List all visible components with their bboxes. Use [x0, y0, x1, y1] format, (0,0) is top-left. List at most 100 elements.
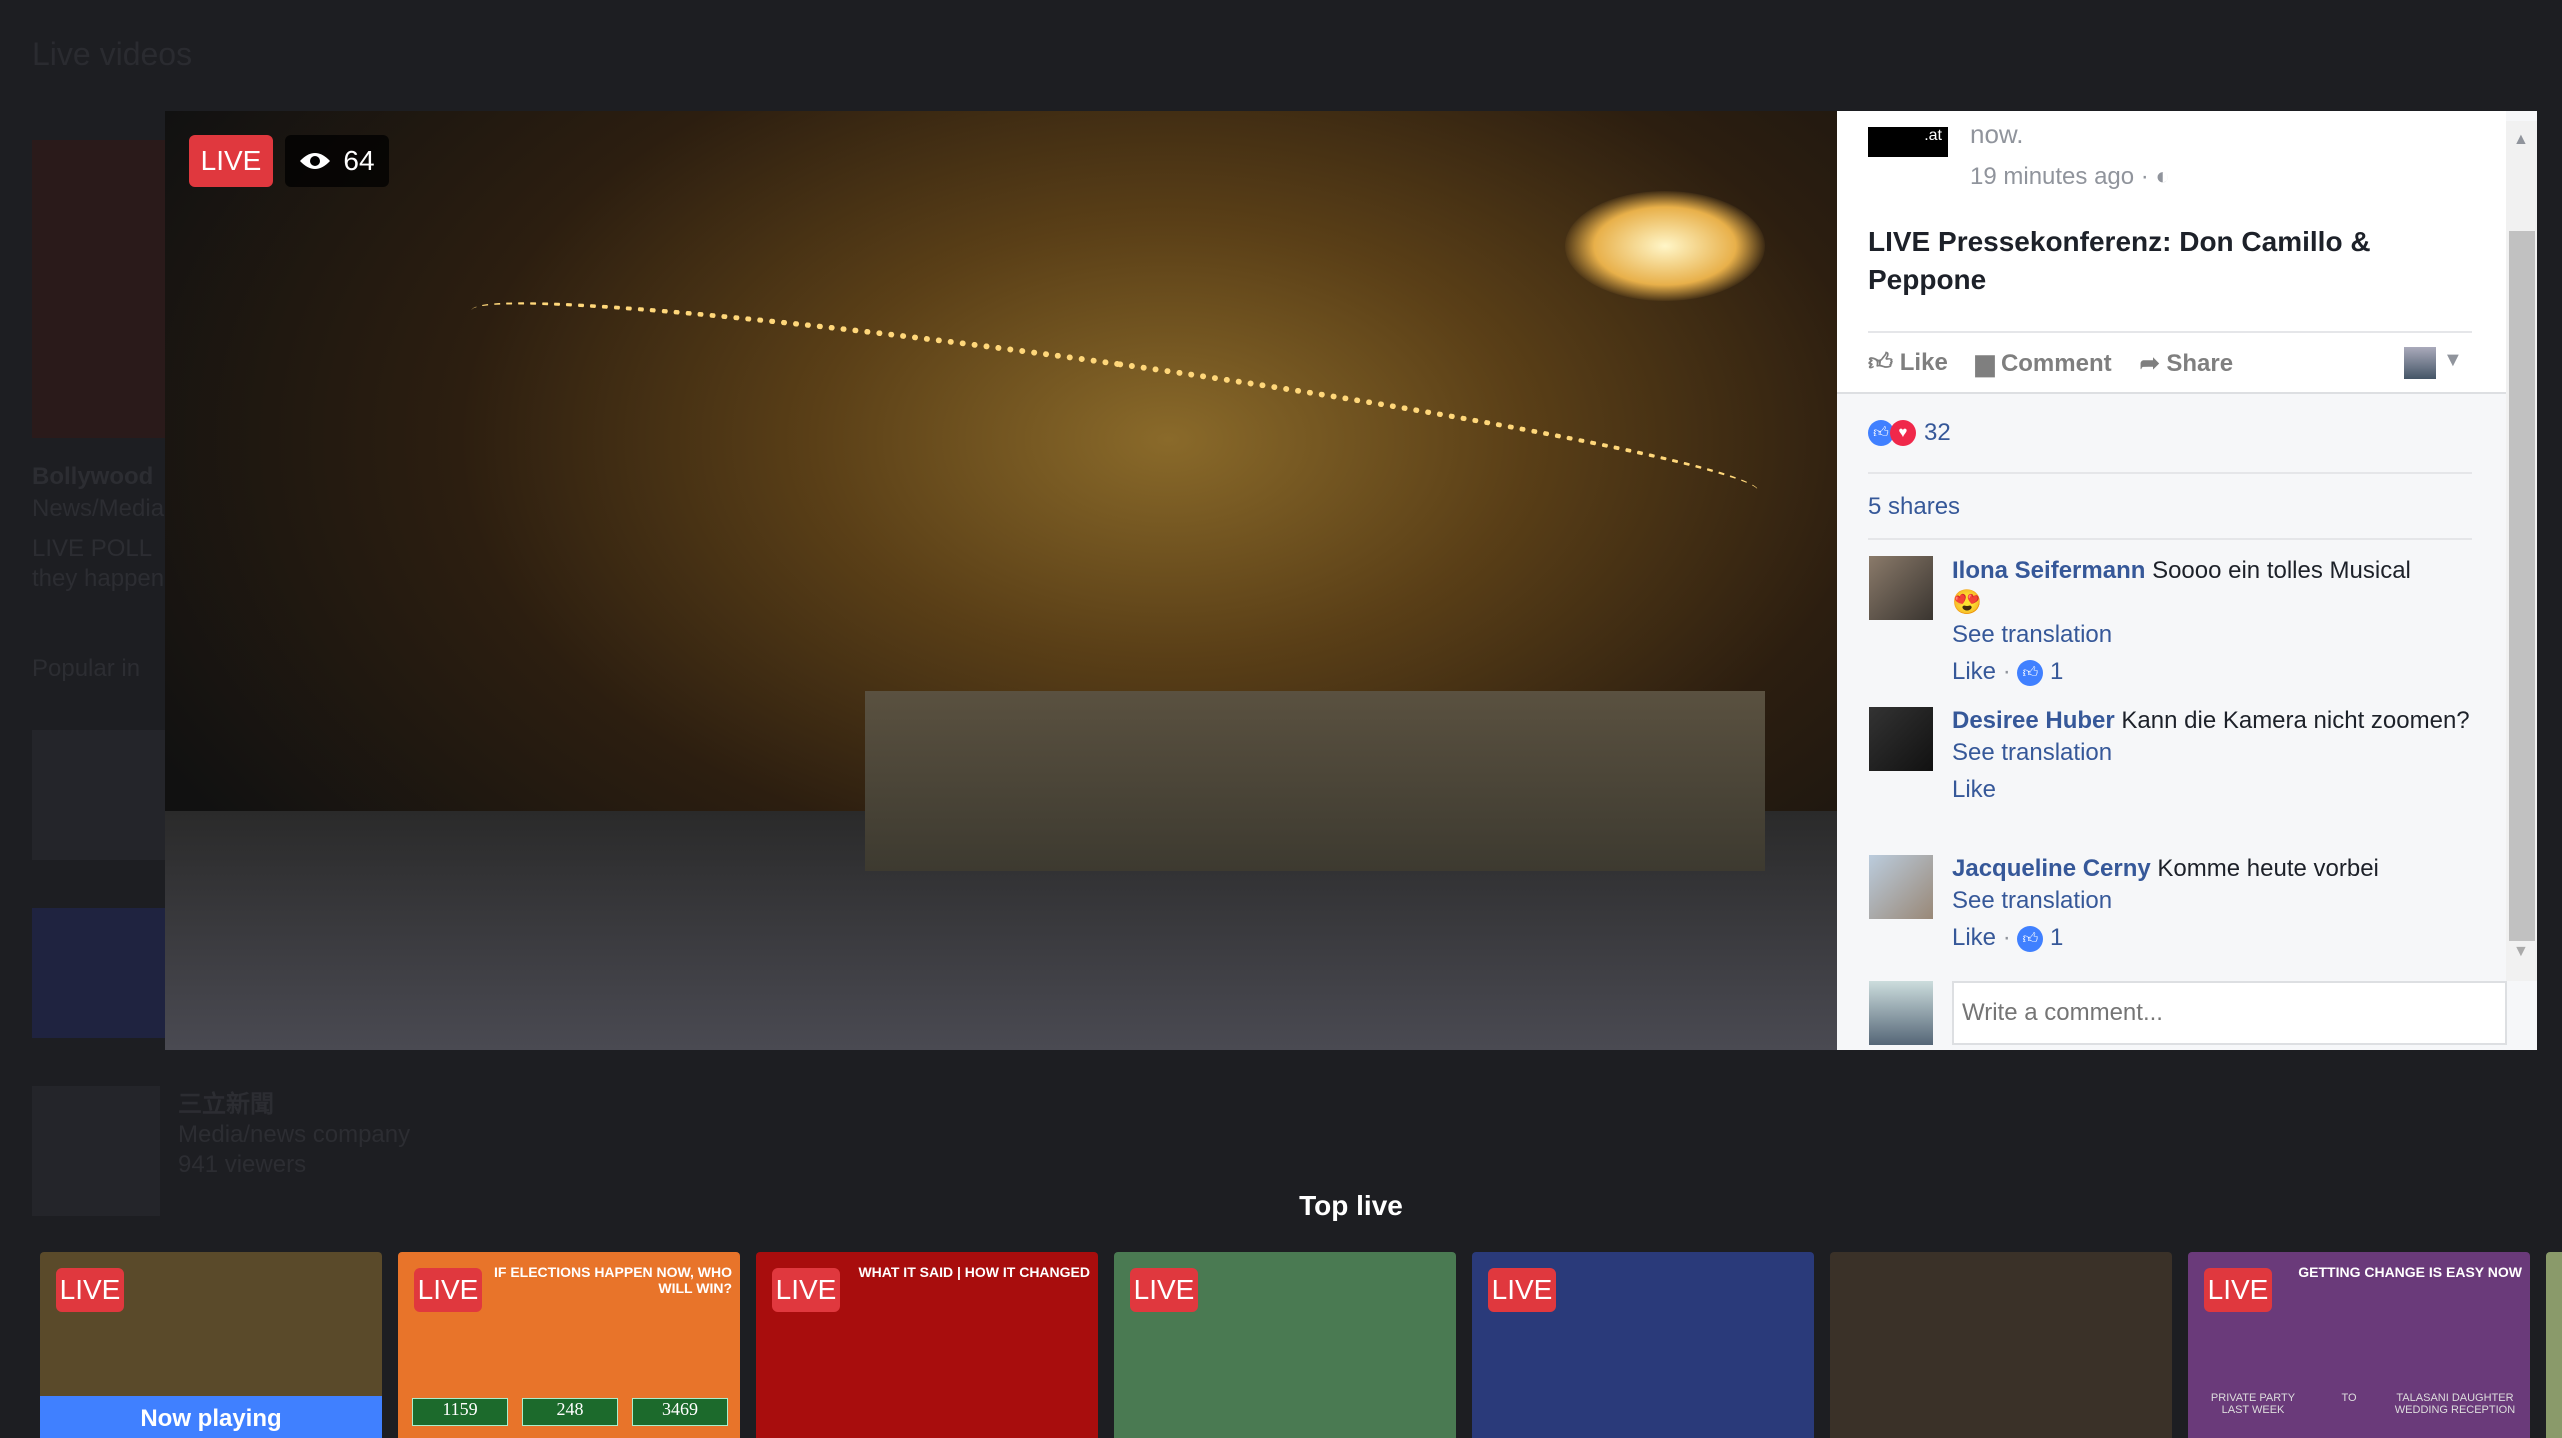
- like-button[interactable]: 👍︎ Like: [1868, 349, 1948, 378]
- shares-link[interactable]: 5 shares: [1868, 493, 1960, 521]
- card-headline: IF ELECTIONS HAPPEN NOW, WHO WILL WIN?: [493, 1264, 732, 1296]
- background-item-desc: they happen: [32, 565, 165, 592]
- comment-author[interactable]: Desiree Huber: [1952, 707, 2115, 734]
- action-bar: 👍︎ Like ▆ Comment ➦ Share: [1868, 349, 2233, 378]
- avatar[interactable]: [1869, 855, 1933, 919]
- top-live-card[interactable]: WHAT IT SAID | HOW IT CHANGED LIVE: [756, 1252, 1098, 1438]
- top-live-card[interactable]: IF ELECTIONS HAPPEN NOW, WHO WILL WIN? LI…: [398, 1252, 740, 1438]
- comment: Desiree Huber Kann die Kamera nicht zoom…: [1952, 705, 2472, 811]
- comment-label: Comment: [2000, 350, 2112, 377]
- video-player[interactable]: [165, 111, 1837, 1050]
- background-item-desc: LIVE POLL: [32, 535, 153, 562]
- share-icon: ➦: [2139, 350, 2160, 377]
- time-text: now.: [1970, 119, 2024, 149]
- share-label: Share: [2166, 350, 2234, 377]
- emoji: 😍: [1952, 589, 1982, 616]
- vote-count: 248: [522, 1398, 618, 1426]
- background-item-category: Media/news company: [178, 1121, 411, 1148]
- live-badge: LIVE: [414, 1268, 482, 1312]
- card-subtext: TALASANI DAUGHTER WEDDING RECEPTION: [2394, 1392, 2516, 1416]
- card-subtext: TO: [2341, 1392, 2357, 1404]
- divider: [1868, 472, 2472, 474]
- thumbs-up-icon: 👍︎: [1868, 349, 1894, 376]
- post-panel: .at now. 19 minutes ago · ◐ LIVE Pressek…: [1837, 111, 2537, 1050]
- live-badge: LIVE: [1130, 1268, 1198, 1312]
- reactions-count: 32: [1924, 419, 1951, 446]
- comment-text: Kann die Kamera nicht zoomen?: [2121, 707, 2470, 734]
- comment-button[interactable]: ▆ Comment: [1976, 349, 2112, 378]
- comment-like-link[interactable]: Like: [1952, 658, 1996, 685]
- chevron-down-icon[interactable]: ▼: [2443, 349, 2463, 372]
- comment: Jacqueline Cerny Komme heute vorbei See …: [1952, 855, 2379, 952]
- card-subtext: PRIVATE PARTY LAST WEEK: [2210, 1392, 2296, 1416]
- top-live-card[interactable]: [2546, 1252, 2562, 1438]
- video-frame: [865, 691, 1765, 871]
- card-headline: GETTING CHANGE IS EASY NOW: [2298, 1264, 2522, 1280]
- comment-like-link[interactable]: Like: [1952, 924, 1996, 951]
- background-item-viewers: 941 viewers: [178, 1151, 307, 1178]
- background-thumbnail: [32, 140, 166, 438]
- comment-icon: ▆: [1975, 350, 1995, 377]
- avatar[interactable]: [1869, 556, 1933, 620]
- scrollbar-thumb[interactable]: [2509, 231, 2535, 941]
- comment-like-count: 1: [2050, 924, 2064, 951]
- viewer-count-value: 64: [343, 145, 375, 176]
- comment-text: Komme heute vorbei: [2157, 855, 2379, 882]
- live-badge: LIVE: [1488, 1268, 1556, 1312]
- reactions-summary[interactable]: 👍︎ ♥ 32: [1868, 419, 1951, 447]
- comment-input[interactable]: [1952, 981, 2507, 1045]
- top-live-card[interactable]: LIVE Now playing: [40, 1252, 382, 1438]
- vote-count: 1159: [412, 1398, 508, 1426]
- live-badge: LIVE: [2204, 1268, 2272, 1312]
- see-translation-link[interactable]: See translation: [1952, 621, 2112, 648]
- scroll-down-icon[interactable]: ▼: [2513, 943, 2529, 961]
- logo-text: .at: [1924, 127, 1942, 144]
- comment: Ilona Seifermann Soooo ein tolles Musica…: [1952, 557, 2411, 686]
- page-title: Live videos: [32, 36, 193, 72]
- live-badge: LIVE: [56, 1268, 124, 1312]
- love-reaction-icon: ♥: [1890, 420, 1916, 446]
- comment-author[interactable]: Jacqueline Cerny: [1952, 855, 2151, 882]
- comment-text: Soooo ein tolles Musical: [2152, 557, 2411, 584]
- globe-icon: ◐: [2155, 163, 2170, 190]
- top-live-card[interactable]: GETTING CHANGE IS EASY NOW LIVE PRIVATE PA…: [2188, 1252, 2530, 1438]
- divider: [1868, 538, 2472, 540]
- video-frame: [465, 270, 1765, 532]
- background-item-category: News/Media: [32, 495, 165, 522]
- top-live-card[interactable]: LIVE: [1472, 1252, 1814, 1438]
- live-badge: LIVE: [772, 1268, 840, 1312]
- page-logo[interactable]: .at: [1868, 127, 1948, 157]
- share-button[interactable]: ➦ Share: [2140, 349, 2233, 378]
- divider: [1868, 331, 2472, 333]
- post-as-avatar[interactable]: [2404, 347, 2436, 379]
- comment-like-link[interactable]: Like: [1952, 776, 1996, 803]
- video-frame: [1565, 191, 1765, 301]
- scroll-up-icon[interactable]: ▲: [2513, 131, 2529, 149]
- timestamp-text: 19 minutes ago: [1970, 163, 2135, 190]
- comment-like-count: 1: [2050, 658, 2064, 685]
- comment-author[interactable]: Ilona Seifermann: [1952, 557, 2145, 584]
- card-headline: WHAT IT SAID | HOW IT CHANGED: [858, 1264, 1090, 1280]
- like-reaction-icon: 👍︎: [2017, 925, 2044, 952]
- background-item-title: Bollywood: [32, 463, 154, 490]
- background-item-title: 三立新聞: [178, 1091, 274, 1118]
- vote-count: 3469: [632, 1398, 728, 1426]
- eye-icon: [300, 153, 331, 169]
- see-translation-link[interactable]: See translation: [1952, 887, 2112, 914]
- top-live-card[interactable]: LIVE: [1114, 1252, 1456, 1438]
- background-section-title: Popular in: [32, 655, 141, 682]
- like-reaction-icon: 👍︎: [2017, 659, 2044, 686]
- avatar[interactable]: [1869, 707, 1933, 771]
- see-translation-link[interactable]: See translation: [1952, 739, 2112, 766]
- timestamp[interactable]: 19 minutes ago · ◐: [1970, 163, 2170, 191]
- like-label: Like: [1899, 349, 1948, 376]
- now-playing-label: Now playing: [40, 1396, 382, 1438]
- background-thumbnail: [32, 908, 166, 1038]
- top-live-title: Top live: [1299, 1190, 1403, 1221]
- top-live-card[interactable]: [1830, 1252, 2172, 1438]
- background-thumbnail: [32, 730, 166, 860]
- user-avatar: [1869, 981, 1933, 1045]
- viewer-count: 64: [285, 135, 389, 187]
- post-title: LIVE Pressekonferenz: Don Camillo & Pepp…: [1868, 226, 2371, 295]
- live-badge: LIVE: [189, 135, 273, 187]
